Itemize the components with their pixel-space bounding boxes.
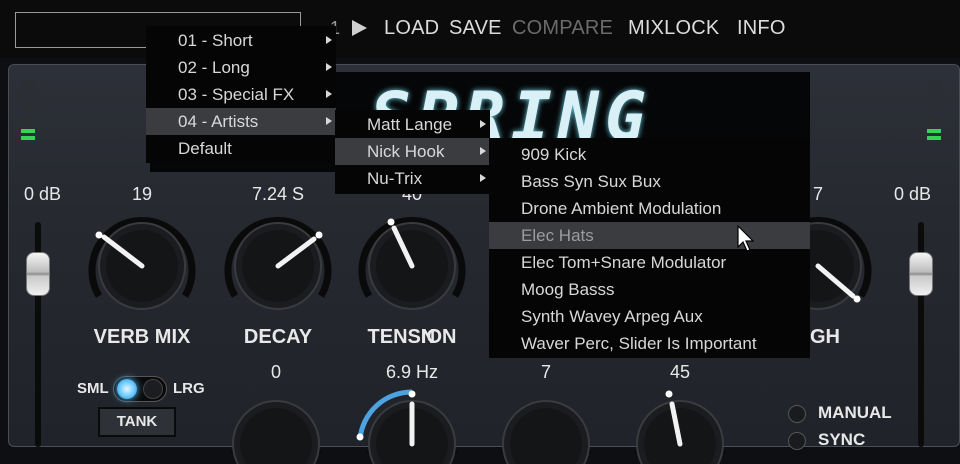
- menu-item-nick-hook[interactable]: Nick Hook: [335, 138, 490, 165]
- load-button[interactable]: LOAD: [384, 17, 439, 40]
- sml-indicator: [117, 379, 137, 399]
- lrg-indicator: [143, 379, 163, 399]
- menu-item-long[interactable]: 02 - Long: [146, 54, 336, 81]
- meter-right: [927, 80, 941, 143]
- partial-knob-label: N: [420, 326, 436, 348]
- chevron-right-icon: [480, 147, 486, 155]
- chevron-right-icon: [326, 117, 332, 125]
- row2-knob3-value: 7: [540, 362, 551, 382]
- preset-menu: 01 - Short 02 - Long 03 - Special FX 04 …: [146, 26, 336, 163]
- verb-mix-value: 19: [131, 184, 153, 204]
- menu-item-preset[interactable]: Drone Ambient Modulation: [489, 195, 810, 222]
- output-fader-handle[interactable]: [909, 252, 933, 296]
- verb-mix-knob[interactable]: [82, 206, 202, 326]
- output-level-value: 0 dB: [894, 184, 932, 204]
- row2-knob2[interactable]: [352, 384, 472, 464]
- play-icon[interactable]: [352, 20, 367, 36]
- menu-item-special-fx[interactable]: 03 - Special FX: [146, 81, 336, 108]
- chevron-right-icon: [480, 120, 486, 128]
- row2-knob1[interactable]: [216, 384, 336, 464]
- mixlock-button[interactable]: MIXLOCK: [628, 17, 719, 40]
- row2-knob4[interactable]: [620, 384, 740, 464]
- tension-knob[interactable]: [352, 206, 472, 326]
- decay-value: 7.24 S: [251, 184, 305, 204]
- input-fader-handle[interactable]: [26, 252, 50, 296]
- menu-item-preset[interactable]: Waver Perc, Slider Is Important: [489, 330, 810, 357]
- menu-item-default[interactable]: Default: [146, 135, 336, 162]
- tank-size-toggle[interactable]: [113, 376, 167, 402]
- compare-button[interactable]: COMPARE: [512, 17, 613, 40]
- top-toolbar: 1 LOAD SAVE COMPARE MIXLOCK INFO: [0, 0, 960, 58]
- chevron-right-icon: [480, 174, 486, 182]
- row2-knob4-value: 45: [669, 362, 691, 382]
- chevron-right-icon: [326, 63, 332, 71]
- artist-presets-submenu: 909 Kick Bass Syn Sux Bux Drone Ambient …: [489, 138, 810, 358]
- lrg-label: LRG: [173, 380, 205, 397]
- cursor-arrow-icon: [737, 225, 755, 252]
- menu-item-preset-hovered[interactable]: Elec Hats: [489, 222, 810, 249]
- info-button[interactable]: INFO: [737, 17, 786, 40]
- menu-item-preset[interactable]: Moog Basss: [489, 276, 810, 303]
- sml-label: SML: [77, 380, 109, 397]
- chevron-right-icon: [326, 36, 332, 44]
- menu-item-preset[interactable]: 909 Kick: [489, 141, 810, 168]
- row2-knob2-value: 6.9 Hz: [385, 362, 439, 382]
- sync-indicator[interactable]: [788, 432, 806, 450]
- row2-knob1-value: 0: [270, 362, 281, 382]
- menu-item-preset[interactable]: Elec Tom+Snare Modulator: [489, 249, 810, 276]
- artists-submenu: Matt Lange Nick Hook Nu-Trix: [335, 110, 490, 194]
- menu-item-preset[interactable]: Synth Wavey Arpeg Aux: [489, 303, 810, 330]
- menu-item-nu-trix[interactable]: Nu-Trix: [335, 165, 490, 192]
- tank-button[interactable]: TANK: [98, 407, 176, 437]
- menu-item-matt-lange[interactable]: Matt Lange: [335, 111, 490, 138]
- row2-knob3[interactable]: [486, 384, 606, 464]
- verb-mix-label: VERB MIX: [93, 326, 191, 348]
- menu-item-short[interactable]: 01 - Short: [146, 27, 336, 54]
- input-level-value: 0 dB: [24, 184, 62, 204]
- save-button[interactable]: SAVE: [449, 17, 502, 40]
- manual-label: MANUAL: [818, 403, 892, 422]
- decay-label: DECAY: [243, 326, 313, 348]
- decay-knob[interactable]: [218, 206, 338, 326]
- menu-item-artists[interactable]: 04 - Artists: [146, 108, 336, 135]
- meter-left: [21, 80, 35, 143]
- manual-indicator[interactable]: [788, 405, 806, 423]
- sync-label: SYNC: [818, 430, 866, 449]
- chevron-right-icon: [326, 90, 332, 98]
- menu-item-preset[interactable]: Bass Syn Sux Bux: [489, 168, 810, 195]
